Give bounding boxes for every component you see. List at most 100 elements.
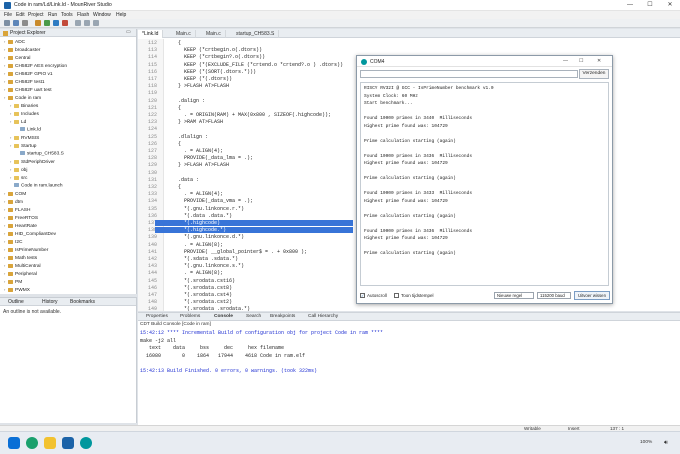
tree-item[interactable]: › src <box>10 175 27 181</box>
tree-item[interactable]: › I2C <box>4 239 22 245</box>
tree-item[interactable]: › dtm <box>4 199 23 205</box>
menu-run[interactable]: Run <box>48 12 57 18</box>
menu-edit[interactable]: Edit <box>16 12 25 18</box>
tab-properties[interactable]: Properties <box>146 314 168 319</box>
minimize-view-icon[interactable]: ▭ <box>126 29 131 35</box>
console-line: text data bss dec hex filename <box>140 345 285 351</box>
menu-tools[interactable]: Tools <box>61 12 73 18</box>
edge-icon[interactable] <box>26 437 38 449</box>
tab-call-hierarchy[interactable]: Call Hierarchy <box>308 314 338 319</box>
tree-item[interactable]: › PWMX <box>4 287 30 293</box>
tree-item[interactable]: › broadcaster <box>4 47 40 53</box>
tree-item[interactable]: › Central <box>4 55 30 61</box>
menu-help[interactable]: Help <box>116 12 126 18</box>
serial-output[interactable]: RISCY RV32I @ GCC - IsPrimeNumber benchm… <box>360 82 609 286</box>
console-view[interactable]: CDT Build Console [Code in ram] 15:42:12… <box>138 321 680 425</box>
project-icon <box>8 263 13 268</box>
tree-item[interactable]: › Binaries <box>10 103 38 109</box>
tree-item[interactable]: › Ld <box>10 119 26 125</box>
search-icon[interactable] <box>75 20 81 26</box>
tree-item[interactable]: › CH582F test1 <box>4 79 45 85</box>
volume-icon[interactable]: 🔊︎ <box>664 440 668 447</box>
tree-item[interactable]: › IsPrimeNumber <box>4 247 48 253</box>
project-icon <box>8 223 13 228</box>
serial-line: Highest prime found was: 104729 <box>364 236 448 241</box>
tab-search[interactable]: Search <box>246 314 261 319</box>
console-output: 15:42:12 **** Incremental Build of confi… <box>138 330 680 420</box>
tree-item[interactable]: › Includes <box>10 111 39 117</box>
mounriver-icon[interactable] <box>62 437 74 449</box>
tree-item[interactable]: › Startup <box>10 143 36 149</box>
serial-input[interactable] <box>360 70 578 78</box>
code-line: *(.data .data.*) <box>172 212 233 219</box>
menu-flash[interactable]: Flash <box>77 12 89 18</box>
tree-item[interactable]: › Math tests <box>4 255 37 261</box>
tree-item[interactable]: › ADC <box>4 39 25 45</box>
code-line: KEEP (*(SORT(.dtors.*))) <box>172 68 257 75</box>
forward-icon[interactable] <box>93 20 99 26</box>
tree-item[interactable]: › StdPeriphDriver <box>10 159 55 165</box>
menu-file[interactable]: File <box>4 12 12 18</box>
tab-breakpoints[interactable]: Breakpoints <box>270 314 295 319</box>
tree-item[interactable]: › HeartRate <box>4 223 37 229</box>
close-button[interactable]: ✕ <box>660 0 680 11</box>
save-icon[interactable] <box>13 20 19 26</box>
tab-bookmarks[interactable]: Bookmarks <box>70 299 95 305</box>
line-ending-select[interactable]: Nieuwe regel <box>494 292 534 299</box>
tab-outline[interactable]: Outline <box>8 299 24 305</box>
tree-item-label: Peripheral <box>15 272 37 277</box>
tab-main-c-2[interactable]: Main.c <box>202 30 226 38</box>
clear-output-button[interactable]: Uitvoer wissen <box>574 291 610 300</box>
file-explorer-icon[interactable] <box>44 437 56 449</box>
maximize-button[interactable]: ☐ <box>640 0 660 11</box>
serial-line: Found 10000 primes in 3433 Milliseconds <box>364 191 473 196</box>
tree-item[interactable]: › FreeRTOS <box>4 215 38 221</box>
project-explorer-tab[interactable]: Project Explorer ▭ <box>0 29 136 37</box>
tree-item[interactable]: › Code in ram <box>4 95 41 101</box>
tab-main-c[interactable]: Main.c <box>172 30 196 38</box>
debug-icon[interactable] <box>53 20 59 26</box>
tree-item[interactable]: Code in ram.launch <box>10 183 63 189</box>
download-icon[interactable] <box>62 20 68 26</box>
new-icon[interactable] <box>4 20 10 26</box>
code-line: { <box>172 184 182 190</box>
tree-item[interactable]: › HID_CompliantDev <box>4 231 56 237</box>
code-line: *(.srodata.cst8) <box>172 284 233 291</box>
tree-item[interactable]: › RVMSIS <box>10 135 39 141</box>
console-line: 16080 0 1864 17944 4618 Code in ram.elf <box>140 352 306 359</box>
tree-item[interactable]: › CH582F uart test <box>4 87 52 93</box>
tree-item[interactable]: › FLASH <box>4 207 30 213</box>
serial-close-button[interactable]: ✕ <box>597 58 601 64</box>
menu-window[interactable]: Window <box>93 12 111 18</box>
folder-icon <box>14 167 19 172</box>
timestamp-checkbox[interactable] <box>394 293 399 298</box>
tab-startup[interactable]: startup_CH583.S <box>232 30 280 38</box>
serial-maximize-button[interactable]: ☐ <box>579 58 583 64</box>
tree-item[interactable]: › PM <box>4 279 22 285</box>
tree-item[interactable]: › CH582F GPIO v1 <box>4 71 53 77</box>
print-icon[interactable] <box>22 20 28 26</box>
windows-icon[interactable] <box>8 437 20 449</box>
tree-item[interactable]: › CH582F AES encryption <box>4 63 67 69</box>
tree-item[interactable]: › MultiCentral <box>4 263 41 269</box>
arduino-icon[interactable] <box>80 437 92 449</box>
serial-minimize-button[interactable]: — <box>563 58 568 64</box>
autoscroll-checkbox[interactable]: ✓ <box>360 293 365 298</box>
tab-problems[interactable]: Problems <box>180 314 200 319</box>
tree-item[interactable]: Link.ld <box>16 127 41 133</box>
tree-item[interactable]: › COM <box>4 191 26 197</box>
baud-select[interactable]: 115200 baud <box>537 292 571 299</box>
run-icon[interactable] <box>44 20 50 26</box>
send-button[interactable]: Verzenden <box>579 69 609 79</box>
tree-item[interactable]: startup_CH583.S <box>16 151 64 157</box>
tab-console[interactable]: Console <box>214 314 233 319</box>
tree-item[interactable]: › Peripheral <box>4 271 37 277</box>
tree-item[interactable]: › obj <box>10 167 27 173</box>
tree-item-label: Ld <box>21 120 27 125</box>
build-icon[interactable] <box>35 20 41 26</box>
back-icon[interactable] <box>84 20 90 26</box>
tab-history[interactable]: History <box>42 299 58 305</box>
tab-link-ld[interactable]: *Link.ld <box>138 30 164 38</box>
menu-project[interactable]: Project <box>28 12 44 18</box>
minimize-button[interactable]: — <box>620 0 640 11</box>
